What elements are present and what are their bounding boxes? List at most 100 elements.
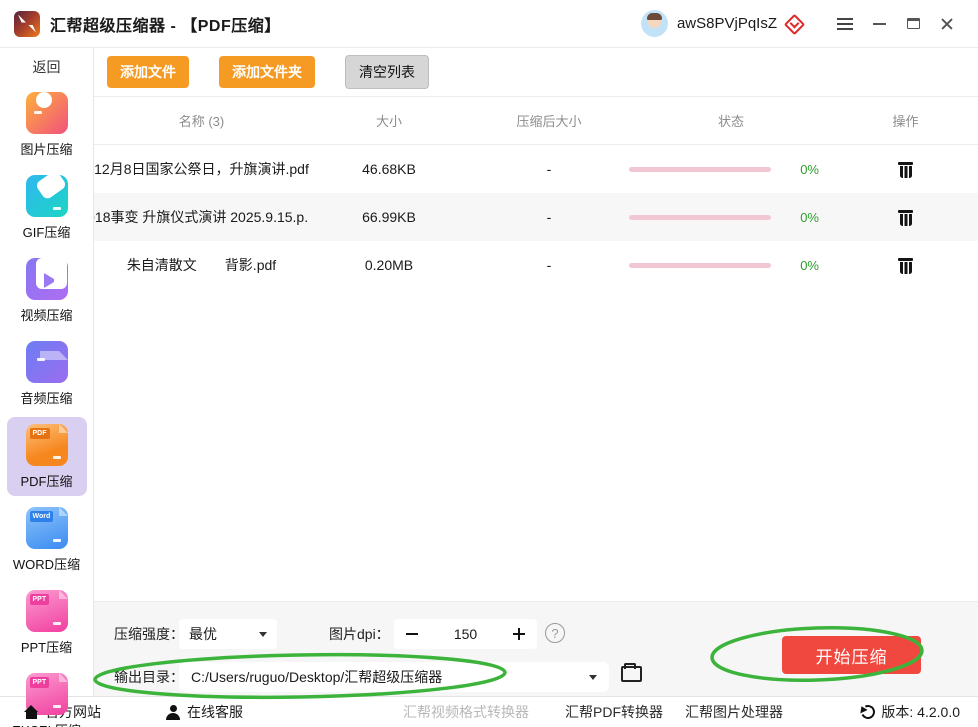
output-dir-input[interactable]: C:/Users/ruguo/Desktop/汇帮超级压缩器 [179,662,609,692]
status-bar: 官方网站 在线客服 汇帮视频格式转换器 汇帮PDF转换器 汇帮图片处理器 版本:… [0,696,978,727]
minimize-button[interactable] [862,9,896,39]
progress-bar [629,262,771,268]
strength-value: 最优 [189,626,217,642]
sidebar-item-label: PPT压缩 [20,640,73,655]
title-bar: 汇帮超级压缩器 - 【PDF压缩】 awS8PVjPqIsZ [0,0,978,48]
delete-icon[interactable] [898,208,913,226]
plus-icon[interactable] [512,628,525,640]
tool-pdf-link[interactable]: 汇帮PDF转换器 [565,702,663,722]
header-size: 大小 [375,114,402,129]
file-table: 12月8日国家公祭日，升旗演讲.pdf 46.68KB - 0% 918事变 升… [94,145,978,289]
maximize-icon [906,18,920,29]
add-file-button[interactable]: 添加文件 [107,56,189,88]
delete-icon[interactable] [898,160,913,178]
table-row: 918事变 升旗仪式演讲 2025.9.15.p... 66.99KB - 0% [94,193,978,241]
help-icon[interactable]: ? [545,623,565,643]
file-size: 0.20MB [364,257,414,273]
dpi-stepper: 150 [394,619,537,649]
menu-button[interactable] [828,9,862,39]
sidebar-item-label: GIF压缩 [22,225,71,240]
dpi-value[interactable]: 150 [454,626,477,642]
online-service-link[interactable]: 在线客服 [165,702,243,722]
sidebar-item[interactable]: GIF压缩 [7,168,87,247]
sidebar-item-label: 图片压缩 [20,142,73,157]
refresh-icon[interactable] [859,703,878,721]
app-logo-icon [14,10,40,37]
chevron-down-icon [259,631,267,637]
sidebar-item[interactable]: 视频压缩 [7,251,87,330]
hamburger-icon [837,22,853,25]
user-avatar[interactable] [640,10,668,37]
table-header: 名称 (3) 大小 压缩后大小 状态 操作 [94,97,978,145]
icon-glyph [26,341,68,383]
home-icon [24,704,39,719]
header-compressed-size: 压缩后大小 [516,114,582,129]
status-cell: 0% [629,210,833,225]
header-status: 状态 [717,114,744,129]
start-compress-button[interactable]: 开始压缩 [782,636,921,674]
delete-icon[interactable] [898,256,913,274]
action-cell [833,256,978,274]
chevron-down-icon[interactable] [589,674,597,680]
file-size: 66.99KB [362,209,416,225]
file-name: 12月8日国家公祭日，升旗演讲.pdf [94,161,309,177]
strength-select[interactable]: 最优 [179,619,277,649]
word-compress-icon: Word [25,507,68,549]
progress-percent: 0% [800,161,819,177]
progress-percent: 0% [800,257,819,273]
sidebar-item[interactable]: PDF PDF压缩 [6,417,87,496]
icon-glyph [26,175,68,217]
status-cell: 0% [629,258,833,273]
output-dir-value: C:/Users/ruguo/Desktop/汇帮超级压缩器 [191,669,443,685]
doc-badge: PDF [29,428,50,439]
icon-glyph [26,92,68,134]
header-action: 操作 [892,114,919,129]
sidebar-item-label: 音频压缩 [20,391,73,406]
table-row: 12月8日国家公祭日，升旗演讲.pdf 46.68KB - 0% [94,145,978,193]
version-label: 版本: 4.2.0.0 [881,704,960,720]
sidebar-item[interactable]: 图片压缩 [7,85,87,164]
sidebar-item[interactable]: 音频压缩 [7,334,87,413]
status-cell: 0% [629,162,833,177]
person-icon [165,704,181,720]
sidebar-item[interactable]: PPT PPT压缩 [7,583,87,662]
online-service-label: 在线客服 [187,704,243,720]
action-cell [833,160,978,178]
browse-folder-icon[interactable] [621,663,642,682]
compressed-size: - [546,257,552,273]
pdf-compress-icon: PDF [25,424,68,466]
doc-badge: PPT [29,594,50,605]
ppt-compress-icon: PPT [25,590,68,632]
back-button[interactable]: 返回 [33,53,61,81]
progress-bar [629,214,771,220]
maximize-button[interactable] [896,9,930,39]
dpi-label: 图片dpi： [329,626,390,642]
add-folder-button[interactable]: 添加文件夹 [219,56,315,88]
minimize-icon [872,22,886,25]
close-icon [940,17,954,31]
username[interactable]: awS8PVjPqIsZ [677,15,777,32]
app-window: 汇帮超级压缩器 - 【PDF压缩】 awS8PVjPqIsZ 返回 图片压缩 G… [0,0,978,727]
sidebar-item-label: 视频压缩 [20,308,73,323]
close-button[interactable] [930,9,964,39]
tool-video-link: 汇帮视频格式转换器 [403,704,529,720]
audio-compress-icon [25,341,68,383]
file-name: 918事变 升旗仪式演讲 2025.9.15.p... [94,209,309,225]
window-title: 汇帮超级压缩器 - 【PDF压缩】 [50,17,281,35]
minus-icon[interactable] [406,632,418,636]
gif-compress-icon [25,175,68,217]
doc-badge: PPT [29,677,50,688]
sidebar: 返回 图片压缩 GIF压缩 视频压缩 音频压缩 PDF PDF压缩 Word W… [0,48,94,727]
action-cell [833,208,978,226]
output-dir-label: 输出目录： [114,669,184,685]
vip-badge-icon[interactable] [785,15,802,32]
tool-image-link[interactable]: 汇帮图片处理器 [685,702,783,722]
image-compress-icon [25,92,68,134]
file-name: 朱自清散文 背影.pdf [126,257,277,273]
toolbar: 添加文件 添加文件夹 清空列表 [94,48,978,97]
clear-list-button[interactable]: 清空列表 [345,55,429,89]
header-name: 名称 (3) [178,114,225,129]
sidebar-item[interactable]: Word WORD压缩 [7,500,87,579]
progress-percent: 0% [800,209,819,225]
sidebar-item-label: PDF压缩 [20,474,73,489]
